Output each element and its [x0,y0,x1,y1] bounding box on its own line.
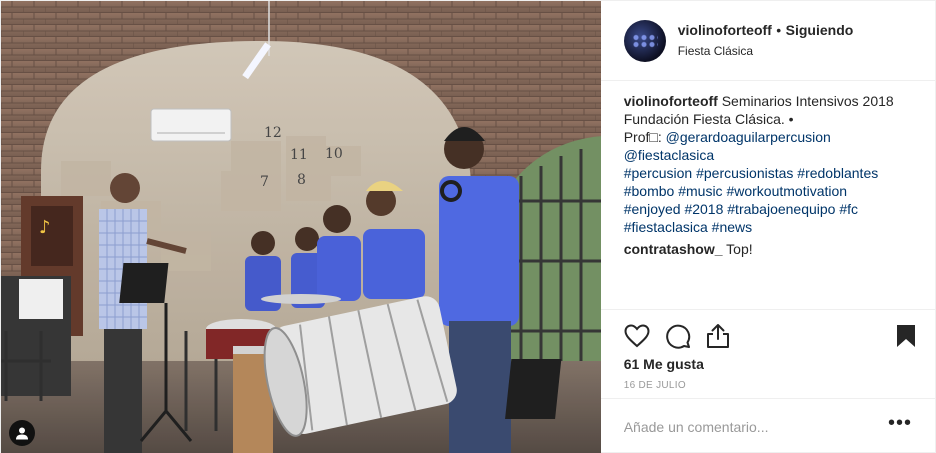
mention-link[interactable]: @gerardoaguilarpercusion [666,129,831,145]
post-photo[interactable]: 12 11 10 7 8 ♪ [1,1,601,453]
comment-button[interactable] [665,320,697,352]
location-link[interactable]: Fiesta Clásica [678,42,854,60]
share-button[interactable] [706,320,738,352]
hashtag-link[interactable]: #fc [839,201,858,217]
comment-item: contratashow_ Top! [624,240,912,258]
heart-icon [624,324,650,348]
post-header: violinoforteoff • Siguiendo Fiesta Clási… [600,1,935,81]
hashtag-link[interactable]: #fiestaclasica [624,219,708,235]
bookmark-icon [897,325,915,347]
action-bar [624,314,915,358]
comment-username[interactable]: contratashow_ [624,241,723,257]
following-button[interactable]: Siguiendo [786,22,854,38]
hashtag-link[interactable]: #bombo [624,183,675,199]
caption-username[interactable]: violinoforteoff [624,93,718,109]
header-separator: • [776,22,782,38]
likes-count[interactable]: 61 Me gusta [624,356,912,372]
post-date[interactable]: 16 DE JULIO [624,380,912,391]
header-username[interactable]: violinoforteoff [678,22,772,38]
like-button[interactable] [624,320,656,352]
save-button[interactable] [884,320,916,352]
mention-link[interactable]: @fiestaclasica [624,147,714,163]
hashtag-link[interactable]: #music [678,183,722,199]
more-options-icon[interactable]: ••• [888,413,912,436]
share-icon [706,324,729,348]
hashtag-link[interactable]: #redoblantes [797,165,878,181]
hashtag-link[interactable]: #2018 [684,201,723,217]
hashtag-link[interactable]: #percusionistas [696,165,793,181]
comment-bubble-icon [665,324,690,349]
hashtag-link[interactable]: #percusion [624,165,693,181]
hashtag-link[interactable]: #workoutmotivation [726,183,847,199]
hashtag-link[interactable]: #trabajoenequipo [727,201,835,217]
avatar[interactable] [623,19,666,62]
comments-section: violinoforteoff Seminarios Intensivos 20… [601,81,935,309]
actions-area: 61 Me gusta 16 DE JULIO [600,309,935,391]
post-sidebar: violinoforteoff • Siguiendo Fiesta Clási… [600,1,935,453]
add-comment-bar: ••• [600,398,935,453]
hashtag-link[interactable]: #enjoyed [624,201,681,217]
instagram-post: 12 11 10 7 8 ♪ violinoforteoff • Siguien… [0,0,936,453]
photo-scene: 12 11 10 7 8 ♪ [1,1,601,453]
caption-prof-prefix: Prof□: [623,129,666,145]
hashtag-link[interactable]: #news [712,219,752,235]
user-tag-icon[interactable] [9,420,35,446]
caption: violinoforteoff Seminarios Intensivos 20… [624,92,912,236]
header-text: violinoforteoff • Siguiendo Fiesta Clási… [678,21,854,60]
person-icon [16,427,28,440]
comment-text: Top! [726,241,753,257]
comment-input[interactable] [623,418,888,435]
